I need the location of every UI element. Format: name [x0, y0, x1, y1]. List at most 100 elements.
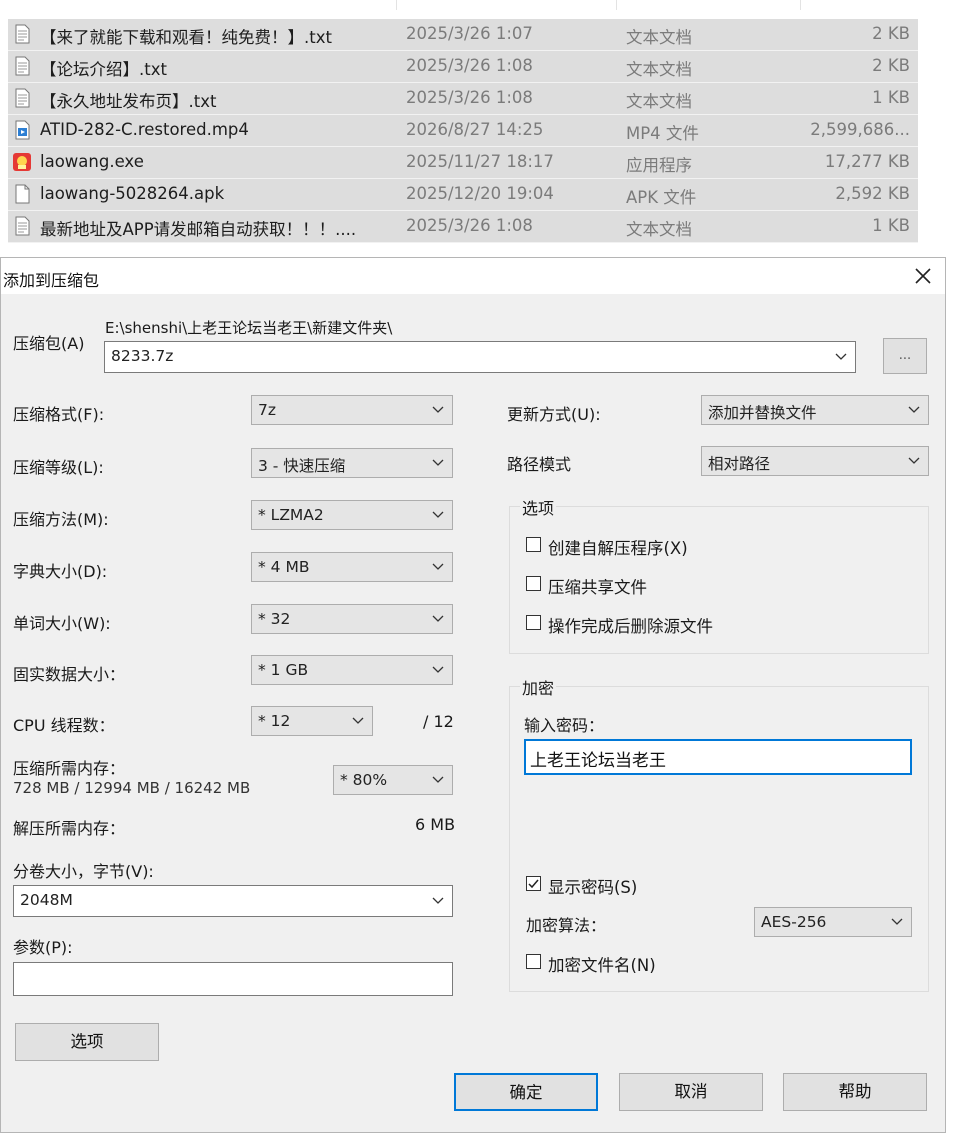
volume-size-label: 分卷大小，字节(V):	[13, 862, 154, 881]
encryption-method-select[interactable]: AES-256	[754, 907, 912, 937]
file-row[interactable]: laowang.exe 2025/11/27 18:17 应用程序 17,277…	[8, 147, 918, 179]
update-mode-select[interactable]: 添加并替换文件	[701, 395, 929, 425]
shared-files-label: 压缩共享文件	[548, 578, 647, 597]
method-label: 压缩方法(M):	[13, 510, 109, 529]
text-file-icon	[15, 216, 30, 236]
chevron-down-icon	[908, 406, 920, 413]
cancel-button[interactable]: 取消	[619, 1073, 763, 1111]
chevron-down-icon	[432, 897, 444, 904]
encrypt-names-label: 加密文件名(N)	[548, 956, 656, 975]
file-size: 1 KB	[872, 88, 910, 107]
file-row[interactable]: 【永久地址发布页】.txt 2025/3/26 1:08 文本文档 1 KB	[8, 83, 918, 115]
file-type: 文本文档	[626, 92, 692, 111]
sfx-label: 创建自解压程序(X)	[548, 539, 688, 558]
generic-file-icon	[15, 184, 30, 204]
chevron-down-icon	[835, 353, 847, 360]
file-size: 2,599,686...	[810, 120, 910, 139]
file-size: 1 KB	[872, 216, 910, 235]
column-header-strip	[0, 0, 918, 10]
file-type: 应用程序	[626, 156, 692, 175]
level-select[interactable]: 3 - 快速压缩	[251, 448, 453, 478]
cpu-threads-max: / 12	[423, 712, 454, 731]
checkbox-box[interactable]	[526, 876, 541, 891]
checkbox-box[interactable]	[526, 615, 541, 630]
format-value: 7z	[258, 401, 276, 419]
decompress-memory-label: 解压所需内存：	[13, 819, 126, 838]
word-size-value: * 32	[258, 610, 291, 628]
options-group-title: 选项	[520, 495, 557, 519]
file-date: 2025/3/26 1:07	[406, 24, 533, 43]
solid-size-select[interactable]: * 1 GB	[251, 655, 453, 685]
encryption-method-label: 加密算法：	[526, 916, 607, 935]
file-type: 文本文档	[626, 28, 692, 47]
encryption-method-value: AES-256	[761, 913, 827, 931]
ok-button[interactable]: 确定	[454, 1073, 598, 1111]
file-row[interactable]: 最新地址及APP请发邮箱自动获取！！！.... 2025/3/26 1:08 文…	[8, 211, 918, 243]
file-type: MP4 文件	[626, 124, 699, 143]
dictionary-value: * 4 MB	[258, 558, 310, 576]
archive-label: 压缩包(A)	[13, 334, 85, 353]
archive-path: E:\shenshi\上老王论坛当老王\新建文件夹\	[105, 319, 393, 337]
checkbox-box[interactable]	[526, 576, 541, 591]
file-type: 文本文档	[626, 220, 692, 239]
path-mode-value: 相对路径	[708, 455, 771, 473]
password-label: 输入密码：	[524, 716, 605, 735]
file-date: 2025/3/26 1:08	[406, 216, 533, 235]
file-row[interactable]: ATID-282-C.restored.mp4 2026/8/27 14:25 …	[8, 115, 918, 147]
chevron-down-icon	[891, 918, 903, 925]
method-select[interactable]: * LZMA2	[251, 500, 453, 530]
cpu-threads-label: CPU 线程数：	[13, 716, 115, 735]
password-value: 上老王论坛当老王	[530, 751, 666, 771]
cpu-threads-select[interactable]: * 12	[251, 706, 373, 736]
help-button[interactable]: 帮助	[783, 1073, 927, 1111]
file-name: 【永久地址发布页】.txt	[40, 92, 217, 111]
checkbox-box[interactable]	[526, 954, 541, 969]
dictionary-select[interactable]: * 4 MB	[251, 552, 453, 582]
format-select[interactable]: 7z	[251, 395, 453, 425]
word-size-label: 单词大小(W):	[13, 614, 111, 633]
solid-size-label: 固实数据大小：	[13, 665, 126, 684]
delete-after-label: 操作完成后删除源文件	[548, 617, 713, 636]
options-button[interactable]: 选项	[15, 1023, 159, 1061]
volume-size-combo[interactable]: 2048M	[13, 885, 453, 917]
file-name: 【来了就能下载和观看！纯免费！】.txt	[40, 28, 332, 47]
volume-size-value: 2048M	[20, 891, 73, 909]
level-value: 3 - 快速压缩	[258, 457, 346, 475]
memory-usage-value: * 80%	[340, 771, 388, 789]
file-list: 【来了就能下载和观看！纯免费！】.txt 2025/3/26 1:07 文本文档…	[0, 0, 918, 244]
file-row[interactable]: 【来了就能下载和观看！纯免费！】.txt 2025/3/26 1:07 文本文档…	[8, 19, 918, 51]
file-size: 2 KB	[872, 56, 910, 75]
checkmark-icon	[528, 879, 539, 889]
dialog-title: 添加到压缩包	[3, 271, 100, 290]
chevron-down-icon	[432, 459, 444, 466]
password-input[interactable]: 上老王论坛当老王	[524, 739, 912, 775]
chevron-down-icon	[432, 511, 444, 518]
memory-usage-select[interactable]: * 80%	[333, 765, 453, 795]
chevron-down-icon	[432, 666, 444, 673]
checkbox-box[interactable]	[526, 537, 541, 552]
file-type: APK 文件	[626, 188, 697, 207]
app-exe-icon	[13, 153, 31, 171]
options-group: 选项 创建自解压程序(X) 压缩共享文件 操作完成后删除源文件	[509, 495, 929, 654]
chevron-down-icon	[908, 457, 920, 464]
update-mode-label: 更新方式(U):	[507, 405, 601, 424]
solid-size-value: * 1 GB	[258, 661, 309, 679]
path-mode-select[interactable]: 相对路径	[701, 446, 929, 476]
parameters-label: 参数(P):	[13, 938, 73, 957]
chevron-down-icon	[432, 615, 444, 622]
close-icon[interactable]	[911, 264, 935, 288]
file-size: 2,592 KB	[835, 184, 910, 203]
level-label: 压缩等级(L):	[13, 458, 104, 477]
browse-button[interactable]: ...	[883, 338, 927, 374]
file-name: 最新地址及APP请发邮箱自动获取！！！....	[40, 220, 357, 239]
file-row[interactable]: 【论坛介绍】.txt 2025/3/26 1:08 文本文档 2 KB	[8, 51, 918, 83]
word-size-select[interactable]: * 32	[251, 604, 453, 634]
archive-name-combo[interactable]: 8233.7z	[104, 341, 856, 373]
file-row[interactable]: laowang-5028264.apk 2025/12/20 19:04 APK…	[8, 179, 918, 211]
video-file-icon	[15, 120, 30, 140]
add-to-archive-dialog: 添加到压缩包 压缩包(A) E:\shenshi\上老王论坛当老王\新建文件夹\…	[0, 257, 946, 1133]
method-value: * LZMA2	[258, 506, 324, 524]
file-date: 2025/3/26 1:08	[406, 88, 533, 107]
file-name: laowang-5028264.apk	[40, 184, 225, 203]
parameters-input[interactable]	[13, 962, 453, 996]
